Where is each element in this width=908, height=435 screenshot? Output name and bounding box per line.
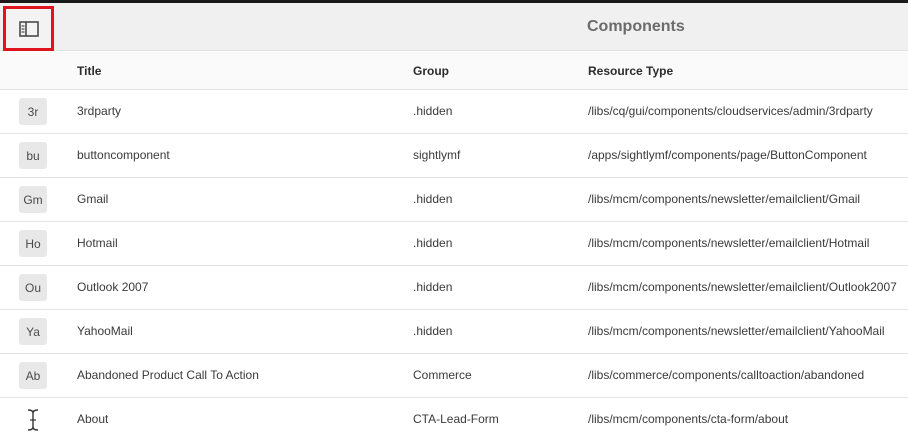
table-row[interactable]: Ya YahooMail .hidden/libs/mcm/components/n… — [0, 310, 908, 354]
panel-toggle-icon — [18, 20, 39, 37]
table-row[interactable]: bu buttoncomponent sightlymf/apps/sightlym… — [0, 134, 908, 178]
column-header-title[interactable]: Title — [77, 64, 101, 78]
component-resource-type: /libs/mcm/components/newsletter/emailcli… — [588, 236, 870, 250]
component-group: CTA-Lead-Form — [413, 412, 499, 426]
page-header: Components — [0, 3, 908, 51]
component-title: Outlook 2007 — [77, 280, 149, 294]
component-group: .hidden — [413, 236, 453, 250]
table-row[interactable]: Ou Outlook 2007 .hidden/libs/mcm/component… — [0, 266, 908, 310]
component-resource-type: /libs/mcm/components/cta-form/about — [588, 412, 789, 426]
component-title: Abandoned Product Call To Action — [77, 368, 259, 382]
component-resource-type: /apps/sightlymf/components/page/ButtonCo… — [588, 148, 867, 162]
component-thumbnail[interactable]: 3r — [19, 98, 47, 125]
component-resource-type: /libs/commerce/components/calltoaction/a… — [588, 368, 865, 382]
component-group: sightlymf — [413, 148, 461, 162]
component-title: buttoncomponent — [77, 148, 170, 162]
table-row[interactable]: 3r 3rdparty .hidden/libs/cq/gui/components… — [0, 90, 908, 134]
component-thumbnail[interactable]: Ab — [19, 362, 47, 389]
component-group: .hidden — [413, 192, 453, 206]
component-resource-type: /libs/mcm/components/newsletter/emailcli… — [588, 324, 885, 338]
table-row[interactable]: Ho Hotmail .hidden/libs/mcm/components/new… — [0, 222, 908, 266]
component-resource-type: /libs/mcm/components/newsletter/emailcli… — [588, 280, 897, 294]
table-row[interactable]: About CTA-Lead-Form/libs/mcm/components/c… — [0, 398, 908, 435]
component-resource-type: /libs/mcm/components/newsletter/emailcli… — [588, 192, 861, 206]
component-resource-type: /libs/cq/gui/components/cloudservices/ad… — [588, 104, 873, 118]
component-title: 3rdparty — [77, 104, 122, 118]
component-thumbnail[interactable]: Gm — [19, 186, 47, 213]
component-thumbnail[interactable]: Ya — [19, 318, 47, 345]
column-header-group[interactable]: Group — [413, 64, 449, 78]
components-table: 3r 3rdparty .hidden/libs/cq/gui/components… — [0, 90, 908, 435]
table-header: Title Group Resource Type — [0, 52, 908, 90]
component-group: .hidden — [413, 104, 453, 118]
component-title: Gmail — [77, 192, 109, 206]
table-row[interactable]: Ab Abandoned Product Call To Action Commer… — [0, 354, 908, 398]
column-header-resource-type[interactable]: Resource Type — [588, 64, 673, 78]
component-title: About — [77, 412, 109, 426]
table-row[interactable]: Gm Gmail .hidden/libs/mcm/components/newsl… — [0, 178, 908, 222]
component-title: YahooMail — [77, 324, 133, 338]
rail-toggle-button[interactable] — [3, 6, 54, 51]
component-thumbnail[interactable]: Ho — [19, 230, 47, 257]
component-group: .hidden — [413, 324, 453, 338]
component-thumbnail[interactable]: Ou — [19, 274, 47, 301]
page-title: Components — [587, 18, 685, 35]
component-title: Hotmail — [77, 236, 118, 250]
component-group: .hidden — [413, 280, 453, 294]
component-thumbnail[interactable]: bu — [19, 142, 47, 169]
component-group: Commerce — [413, 368, 472, 382]
text-cursor-icon — [24, 407, 42, 433]
